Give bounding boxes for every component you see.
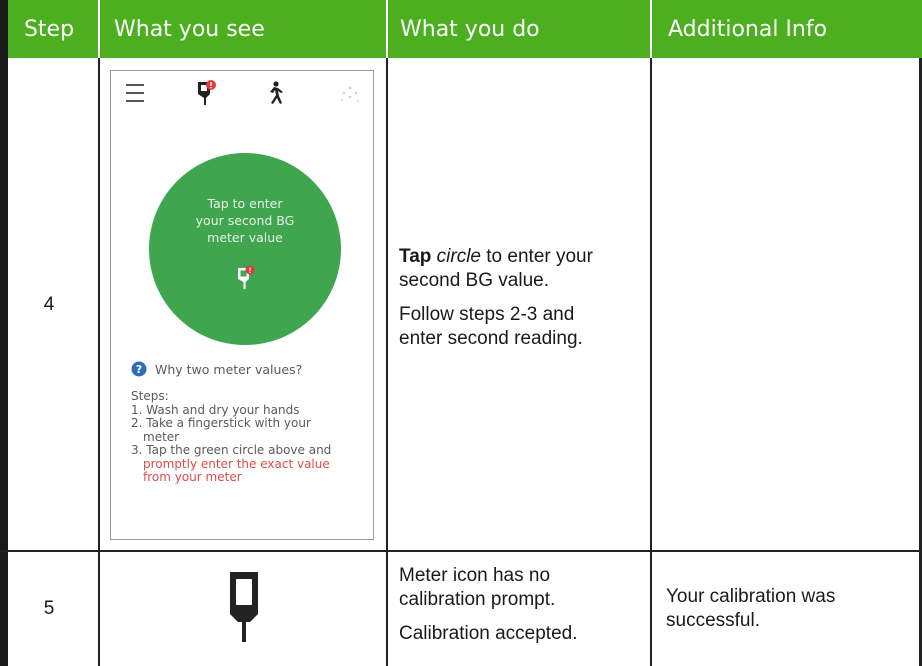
circle-prompt: Tap to enter your second BG meter value	[149, 195, 341, 246]
additional-info-text: Your calibration was successful.	[666, 585, 906, 633]
app-screenshot: Tap to enter your second BG meter value …	[110, 70, 374, 540]
circle-prompt-line: meter value	[207, 230, 283, 245]
info-line: successful.	[666, 610, 760, 631]
column-divider	[386, 58, 388, 666]
step-number: 4	[43, 294, 55, 315]
loading-dots-icon	[340, 86, 360, 103]
header-do-label: What you do	[400, 16, 540, 42]
step-warning: from your meter	[143, 470, 242, 484]
instruction-line: enter second reading.	[399, 328, 583, 349]
row-divider	[0, 550, 922, 552]
instruction-line: second BG value.	[399, 270, 549, 291]
header-info-label: Additional Info	[668, 16, 828, 42]
step-warning: promptly enter the exact value	[143, 456, 330, 471]
instruction-table: Step What you see What you do Additional…	[0, 0, 922, 666]
instruction-line: Calibration accepted.	[399, 623, 578, 644]
meter-alert-icon	[198, 80, 216, 105]
help-icon: ?	[131, 361, 147, 377]
meter-alert-icon	[238, 265, 255, 289]
tap-emphasis: Tap	[399, 246, 432, 267]
column-divider	[650, 58, 652, 666]
column-divider	[98, 58, 100, 666]
header-additional-info: Additional Info	[652, 0, 922, 58]
instruction-line: Meter icon has no	[399, 565, 551, 586]
step-number: 5	[43, 598, 55, 619]
header-see-label: What you see	[114, 16, 265, 42]
step-item: 2. Take a fingerstick with your	[131, 416, 311, 430]
info-line: Your calibration was	[666, 586, 836, 607]
instruction-rest: to enter your	[481, 246, 593, 267]
why-two-values-label: Why two meter values?	[155, 361, 303, 377]
table-left-border	[0, 0, 8, 666]
activity-icon	[270, 81, 283, 104]
meter-icon	[230, 572, 258, 642]
enter-meter-value-button[interactable]: Tap to enter your second BG meter value	[149, 153, 341, 345]
why-two-values-link[interactable]: ? Why two meter values?	[131, 361, 302, 377]
circle-emphasis: circle	[436, 246, 481, 267]
header-what-you-see: What you see	[100, 0, 386, 58]
header-what-you-do: What you do	[388, 0, 650, 58]
instruction-text: Tap circle to enter your second BG value…	[399, 245, 645, 351]
circle-prompt-line: Tap to enter	[207, 196, 283, 211]
instruction-line: calibration prompt.	[399, 589, 556, 610]
calibration-steps: Steps: 1. Wash and dry your hands 2. Tak…	[131, 389, 371, 485]
menu-icon	[126, 84, 144, 102]
step-item: 3. Tap the green circle above and	[131, 443, 332, 457]
header-step: Step	[0, 0, 98, 58]
instruction-line: Tap circle to enter your	[399, 245, 645, 269]
circle-prompt-line: your second BG	[195, 213, 295, 228]
header-step-label: Step	[23, 16, 75, 42]
step-item: meter	[143, 429, 180, 444]
instruction-line: Follow steps 2-3 and	[399, 304, 575, 325]
step-item: 1. Wash and dry your hands	[131, 402, 300, 417]
instruction-text: Meter icon has no calibration prompt. Ca…	[399, 564, 645, 646]
svg-text:?: ?	[136, 363, 142, 376]
steps-label: Steps:	[131, 389, 169, 403]
